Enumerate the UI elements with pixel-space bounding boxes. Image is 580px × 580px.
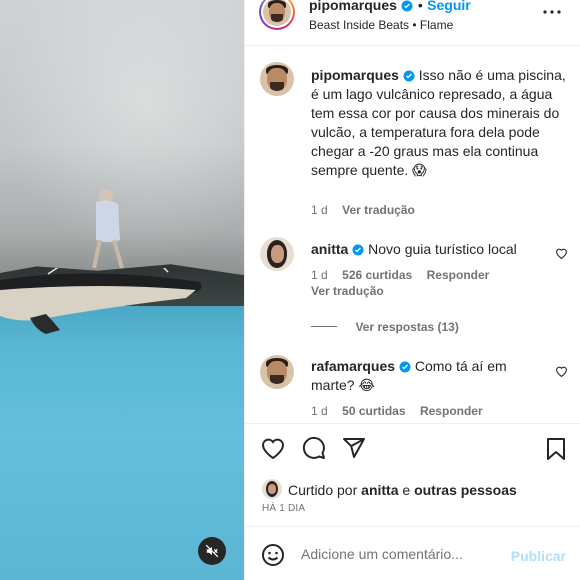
view-replies-link[interactable]: Ver respostas (13) bbox=[355, 320, 458, 334]
save-bookmark-icon[interactable] bbox=[545, 437, 567, 461]
view-replies-row[interactable]: Ver respostas (13) bbox=[311, 318, 459, 336]
comment-likes[interactable]: 526 curtidas bbox=[342, 268, 412, 282]
comment-translate-link[interactable]: Ver tradução bbox=[311, 284, 384, 298]
comment-bubble-icon[interactable] bbox=[302, 436, 326, 460]
replies-line bbox=[311, 326, 337, 328]
liked-by-and: e bbox=[402, 482, 411, 498]
caption-text: Isso não é uma piscina, é um lago vulcân… bbox=[311, 67, 566, 178]
post-details-panel: pipomarques • Seguir Beast Inside Beats … bbox=[244, 0, 580, 580]
verified-badge-icon bbox=[399, 361, 411, 373]
comment-username[interactable]: anitta bbox=[311, 241, 348, 257]
reply-button[interactable]: Responder bbox=[427, 268, 490, 282]
verified-badge-icon bbox=[352, 244, 364, 256]
publish-button[interactable]: Publicar bbox=[511, 548, 566, 564]
comment-likes[interactable]: 50 curtidas bbox=[342, 404, 405, 418]
share-send-icon[interactable] bbox=[342, 436, 366, 460]
boat-illustration bbox=[0, 268, 202, 334]
avatar bbox=[263, 0, 291, 26]
story-ring[interactable] bbox=[259, 0, 295, 30]
verified-badge-icon bbox=[403, 70, 415, 82]
post-timestamp[interactable]: HÁ 1 DIA bbox=[262, 503, 305, 514]
like-heart-icon[interactable] bbox=[261, 437, 285, 459]
reply-button[interactable]: Responder bbox=[420, 404, 483, 418]
liked-by-avatar[interactable] bbox=[262, 479, 282, 499]
mute-toggle-button[interactable] bbox=[198, 537, 226, 565]
comment-text: Novo guia turístico local bbox=[368, 241, 517, 257]
liked-by-others[interactable]: outras pessoas bbox=[414, 482, 517, 498]
person-figure bbox=[92, 189, 124, 269]
comment-like-heart-icon[interactable] bbox=[555, 365, 568, 377]
audio-label[interactable]: Beast Inside Beats • Flame bbox=[309, 18, 453, 32]
liked-by-user[interactable]: anitta bbox=[361, 482, 398, 498]
comment-time: 1 d bbox=[311, 404, 328, 418]
speaker-muted-icon bbox=[205, 544, 219, 558]
comment-time: 1 d bbox=[311, 268, 328, 282]
caption-username[interactable]: pipomarques bbox=[311, 67, 399, 83]
instagram-post-view: pipomarques • Seguir Beast Inside Beats … bbox=[0, 0, 580, 580]
comment-input[interactable]: Adicione um comentário... bbox=[301, 546, 463, 562]
comment-avatar[interactable] bbox=[260, 237, 294, 271]
separator-dot: • bbox=[417, 0, 423, 13]
emoji-icon[interactable] bbox=[261, 543, 285, 567]
comment-avatar[interactable] bbox=[260, 355, 294, 389]
caption-translate-link[interactable]: Ver tradução bbox=[342, 203, 415, 217]
verified-badge-icon bbox=[401, 0, 413, 12]
divider bbox=[245, 526, 580, 527]
comment-username[interactable]: rafamarques bbox=[311, 358, 395, 374]
more-horizontal-icon[interactable] bbox=[543, 8, 561, 16]
caption-time: 1 d bbox=[311, 203, 328, 217]
post-header: pipomarques • Seguir Beast Inside Beats … bbox=[245, 0, 580, 46]
follow-button[interactable]: Seguir bbox=[427, 0, 471, 13]
liked-by-prefix: Curtido por bbox=[288, 482, 358, 498]
divider bbox=[245, 423, 580, 424]
header-username[interactable]: pipomarques bbox=[309, 0, 397, 13]
post-video[interactable] bbox=[0, 0, 244, 580]
comment-like-heart-icon[interactable] bbox=[555, 247, 568, 259]
caption-avatar[interactable] bbox=[260, 62, 294, 96]
